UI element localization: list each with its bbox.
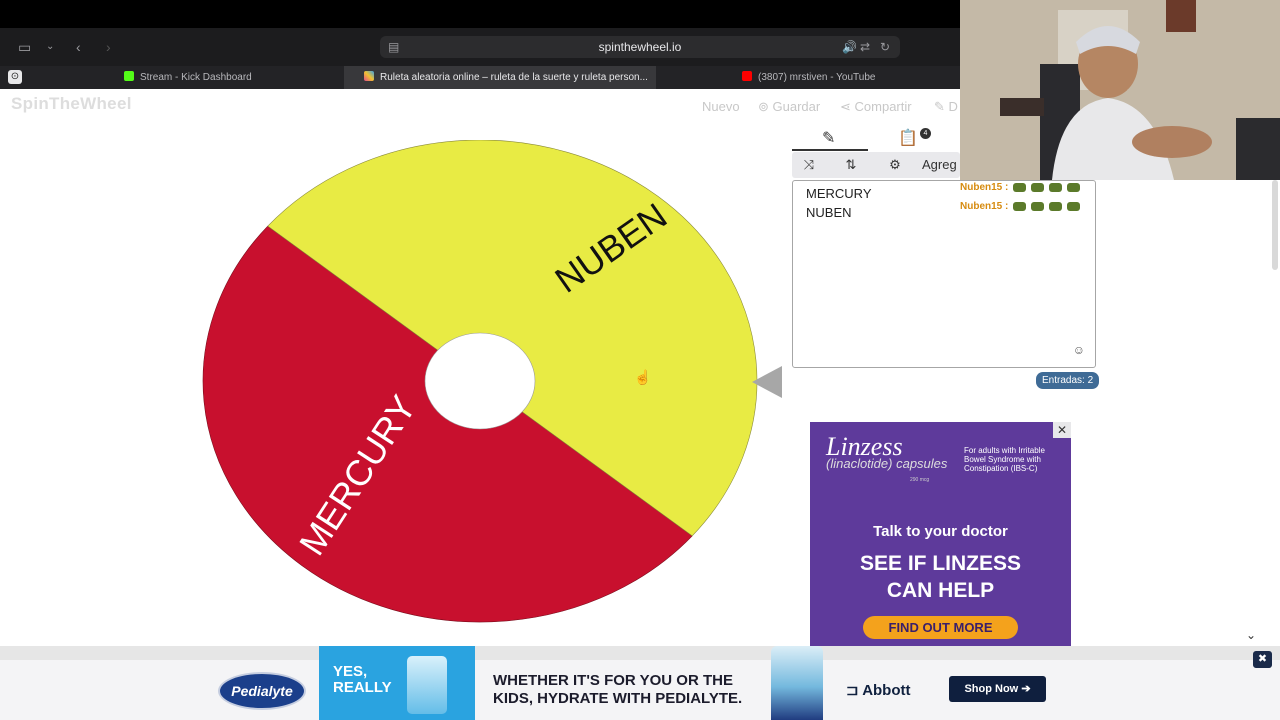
pedialyte-logo: Pedialyte bbox=[218, 672, 306, 710]
emote-icon bbox=[1049, 182, 1063, 192]
guardar-button[interactable]: ⊚ Guardar bbox=[758, 99, 820, 115]
abbott-icon: ⊐ bbox=[846, 682, 863, 699]
forward-icon[interactable]: › bbox=[106, 28, 111, 66]
linzess-ad[interactable]: Linzess (linaclotide) capsules 290 mcg F… bbox=[810, 422, 1071, 660]
poster-shape bbox=[1166, 0, 1196, 32]
linzess-indication: For adults with Irritable Bowel Syndrome… bbox=[964, 446, 1045, 473]
arrow-right-icon: ➔ bbox=[1021, 683, 1031, 695]
emote-icon bbox=[1031, 201, 1045, 211]
tab-youtube[interactable]: (3807) mrstiven - YouTube bbox=[742, 66, 952, 89]
youtube-favicon-icon bbox=[742, 71, 752, 81]
webcam-scene bbox=[960, 0, 1280, 180]
chat-line: Nuben15 : bbox=[960, 178, 1081, 197]
linzess-headline-2: CAN HELP bbox=[886, 579, 995, 602]
d-button[interactable]: ✎ D bbox=[934, 99, 958, 115]
emote-icon bbox=[1049, 201, 1063, 211]
entries-count-badge: Entradas: 2 bbox=[1036, 372, 1100, 389]
extension-icon[interactable]: ⊙ bbox=[8, 70, 22, 84]
stream-chat-overlay: Nuben15 : Nuben15 : bbox=[960, 178, 1081, 216]
chevron-down-icon[interactable]: ⌄ bbox=[1246, 628, 1256, 642]
guardar-label: Guardar bbox=[772, 99, 821, 114]
yes-really-text: YES, REALLY bbox=[333, 663, 392, 696]
tab-title: Stream - Kick Dashboard bbox=[140, 72, 252, 83]
back-icon[interactable]: ‹ bbox=[76, 28, 81, 66]
close-ad-icon[interactable]: ✕ bbox=[1053, 422, 1071, 438]
app-logo[interactable]: SpinTheWheel bbox=[11, 94, 132, 114]
wheel-pointer bbox=[752, 366, 782, 398]
wheel-center-hub[interactable] bbox=[424, 332, 536, 430]
d-label: D bbox=[948, 99, 958, 114]
linzess-headline-1: SEE IF LINZESS bbox=[859, 552, 1022, 575]
clipboard-tab-icon[interactable]: 📋 bbox=[898, 128, 918, 148]
spin-wheel[interactable]: NUBEN MERCURY bbox=[200, 139, 760, 625]
add-image-button[interactable]: Agreg bbox=[922, 152, 962, 178]
sidebar-toggle-icon[interactable]: ▭ bbox=[18, 28, 31, 66]
abbott-logo: ⊐ Abbott bbox=[846, 682, 911, 699]
pencil-icon: ✎ bbox=[934, 99, 949, 114]
shop-now-button[interactable]: Shop Now ➔ bbox=[949, 676, 1046, 702]
entry-line: NUBEN bbox=[806, 205, 852, 220]
settings-button[interactable]: ⚙ bbox=[878, 152, 912, 178]
desk-shape bbox=[1000, 98, 1044, 116]
emote-icon bbox=[1013, 182, 1027, 192]
sort-button[interactable]: ⇅ bbox=[834, 152, 868, 178]
legs-shape bbox=[1132, 126, 1212, 158]
wheel-svg: NUBEN MERCURY bbox=[202, 139, 758, 623]
nuevo-button[interactable]: Nuevo bbox=[702, 99, 740, 114]
emote-icon bbox=[1031, 182, 1045, 192]
tab-kick[interactable]: Stream - Kick Dashboard bbox=[120, 66, 344, 89]
webcam-feed bbox=[960, 0, 1280, 180]
translate-icon[interactable]: ⇄ bbox=[860, 28, 870, 66]
kick-favicon-icon bbox=[124, 71, 134, 81]
emote-icon bbox=[1067, 201, 1081, 211]
yes-really-panel: YES, REALLY bbox=[319, 646, 475, 720]
ad-divider bbox=[0, 646, 1280, 660]
scrollbar[interactable] bbox=[1272, 180, 1278, 270]
nuevo-label: Nuevo bbox=[702, 99, 740, 114]
share-icon: ⋖ bbox=[840, 99, 855, 114]
chevron-down-icon[interactable]: ⌄ bbox=[46, 28, 54, 66]
address-bar[interactable]: ▤ spinthewheel.io 🔊 ⇄ ↻ bbox=[380, 36, 900, 58]
compartir-label: Compartir bbox=[854, 99, 912, 114]
find-out-more-button[interactable]: FIND OUT MORE bbox=[863, 616, 1018, 639]
monitor-shape bbox=[1236, 118, 1280, 180]
emote-icon bbox=[1067, 182, 1081, 192]
reload-icon[interactable]: ↻ bbox=[880, 28, 890, 66]
emote-icon bbox=[1013, 201, 1027, 211]
close-banner-icon[interactable]: ✖ bbox=[1253, 651, 1272, 668]
pedialyte-copy: WHETHER IT'S FOR YOU OR THE KIDS, HYDRAT… bbox=[493, 672, 743, 707]
spinwheel-favicon-icon bbox=[364, 71, 374, 81]
entry-line: MERCURY bbox=[806, 186, 872, 201]
compartir-button[interactable]: ⋖ Compartir bbox=[840, 99, 912, 115]
results-badge: 4 bbox=[920, 128, 931, 139]
pencil-tab-icon[interactable]: ✎ bbox=[822, 128, 835, 148]
speaker-icon[interactable]: 🔊 bbox=[842, 28, 857, 66]
tab-title: (3807) mrstiven - YouTube bbox=[758, 72, 876, 83]
url-text: spinthewheel.io bbox=[598, 40, 682, 54]
save-icon: ⊚ bbox=[758, 99, 773, 114]
pedialyte-bottle-image bbox=[771, 646, 823, 720]
linzess-dose: 290 mcg bbox=[910, 477, 930, 483]
shuffle-button[interactable]: ⤨ bbox=[792, 152, 826, 178]
tab-spinwheel[interactable]: Ruleta aleatoria online – ruleta de la s… bbox=[344, 66, 656, 89]
linzess-talk: Talk to your doctor bbox=[873, 523, 1008, 540]
editor-toolbar: ⤨ ⇅ ⚙ Agreg bbox=[792, 152, 960, 178]
active-tab-indicator bbox=[792, 149, 868, 151]
bottle-image bbox=[407, 656, 447, 714]
linzess-subtitle: (linaclotide) capsules bbox=[826, 456, 948, 471]
tab-title: Ruleta aleatoria online – ruleta de la s… bbox=[380, 72, 648, 83]
hand-cursor-icon: ☝ bbox=[634, 369, 652, 385]
emoji-icon[interactable]: ☺ bbox=[1073, 343, 1085, 357]
chat-line: Nuben15 : bbox=[960, 197, 1081, 216]
linzess-headline: SEE IF LINZESS CAN HELP bbox=[810, 550, 1071, 604]
